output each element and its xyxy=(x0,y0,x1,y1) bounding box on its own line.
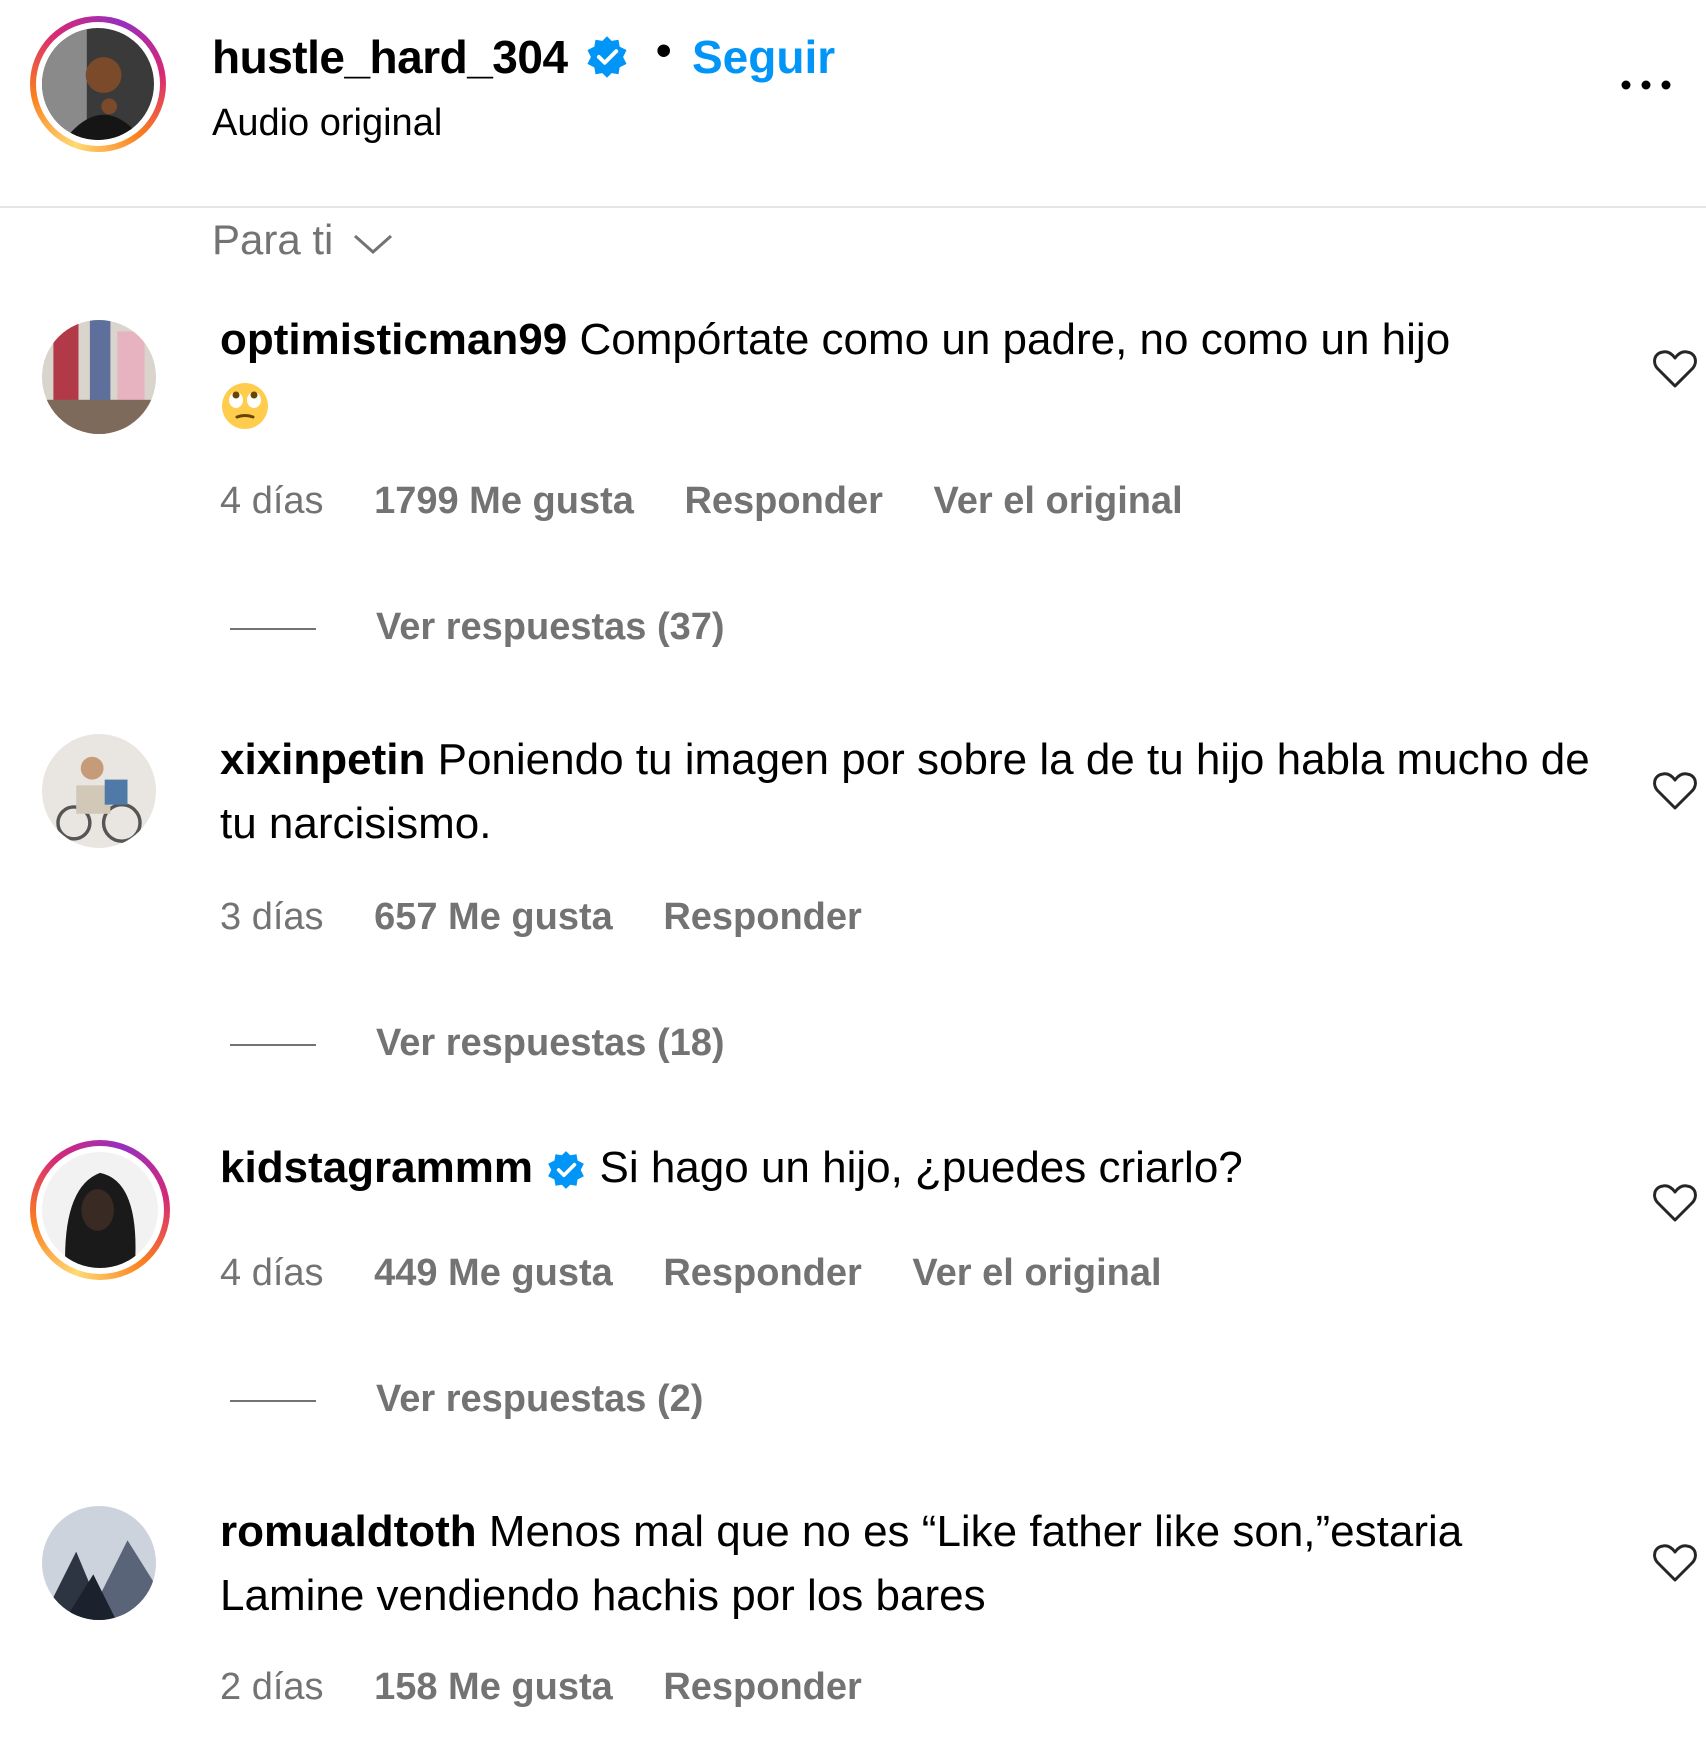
commenter-username[interactable]: optimisticman99 xyxy=(220,315,567,364)
comment-text: xixinpetin Poniendo tu imagen por sobre … xyxy=(220,735,1590,848)
follow-button[interactable]: Seguir xyxy=(692,30,835,84)
commenter-username[interactable]: xixinpetin xyxy=(220,735,425,784)
post-header: hustle_hard_304 • Seguir Audio original xyxy=(0,0,1706,208)
likes-count[interactable]: 158 Me gusta xyxy=(374,1666,613,1708)
commenter-avatar[interactable] xyxy=(42,1506,156,1620)
more-options-icon[interactable] xyxy=(1616,70,1676,100)
comment-text: romualdtoth Menos mal que no es “Like fa… xyxy=(220,1507,1463,1620)
likes-count[interactable]: 449 Me gusta xyxy=(374,1252,613,1294)
view-replies-button[interactable]: Ver respuestas (2) xyxy=(230,1378,703,1421)
see-original-button[interactable]: Ver el original xyxy=(934,480,1183,522)
like-heart-icon[interactable] xyxy=(1652,1182,1698,1224)
author-username[interactable]: hustle_hard_304 xyxy=(212,30,568,84)
likes-count[interactable]: 1799 Me gusta xyxy=(374,480,634,522)
commenter-username[interactable]: kidstagrammm xyxy=(220,1143,533,1192)
likes-count[interactable]: 657 Me gusta xyxy=(374,896,613,938)
sort-label: Para ti xyxy=(212,216,334,263)
view-replies-button[interactable]: Ver respuestas (18) xyxy=(230,1022,725,1065)
commenter-avatar[interactable] xyxy=(30,1140,170,1280)
see-original-button[interactable]: Ver el original xyxy=(912,1252,1161,1294)
replies-divider xyxy=(230,1043,316,1046)
reply-button[interactable]: Responder xyxy=(684,480,882,522)
eye-roll-emoji-icon xyxy=(222,383,268,430)
author-avatar[interactable] xyxy=(30,16,166,152)
comment-meta: 4 días 449 Me gusta Responder Ver el ori… xyxy=(220,1252,1202,1295)
commenter-photo xyxy=(42,1506,156,1620)
commenter-username[interactable]: romualdtoth xyxy=(220,1507,477,1556)
reply-button[interactable]: Responder xyxy=(663,896,861,938)
verified-badge-icon xyxy=(548,1151,585,1190)
comment-meta: 2 días 158 Me gusta Responder xyxy=(220,1666,902,1709)
reply-button[interactable]: Responder xyxy=(663,1252,861,1294)
comment-text: kidstagrammm Si hago un hijo, ¿puedes cr… xyxy=(220,1143,1243,1192)
audio-label[interactable]: Audio original xyxy=(212,102,442,145)
replies-divider xyxy=(230,627,316,630)
like-heart-icon[interactable] xyxy=(1652,1542,1698,1584)
comment-time: 2 días xyxy=(220,1666,324,1708)
commenter-avatar[interactable] xyxy=(42,320,156,434)
replies-divider xyxy=(230,1399,316,1402)
comment-meta: 3 días 657 Me gusta Responder xyxy=(220,896,902,939)
comment-time: 4 días xyxy=(220,480,324,522)
comment-time: 3 días xyxy=(220,896,324,938)
reply-button[interactable]: Responder xyxy=(663,1666,861,1708)
like-heart-icon[interactable] xyxy=(1652,770,1698,812)
sort-dropdown[interactable]: Para ti xyxy=(212,216,395,264)
verified-badge-icon xyxy=(587,36,627,78)
like-heart-icon[interactable] xyxy=(1652,348,1698,390)
comment-time: 4 días xyxy=(220,1252,324,1294)
chevron-down-icon xyxy=(354,234,393,254)
commenter-photo xyxy=(42,734,156,848)
comment-meta: 4 días 1799 Me gusta Responder Ver el or… xyxy=(220,480,1223,523)
separator-dot: • xyxy=(656,26,672,75)
commenter-photo xyxy=(42,1152,158,1268)
comment-text: optimisticman99 Compórtate como un padre… xyxy=(220,308,1600,436)
author-photo xyxy=(42,28,154,140)
commenter-photo xyxy=(42,320,156,434)
view-replies-button[interactable]: Ver respuestas (37) xyxy=(230,606,725,649)
commenter-avatar[interactable] xyxy=(42,734,156,848)
